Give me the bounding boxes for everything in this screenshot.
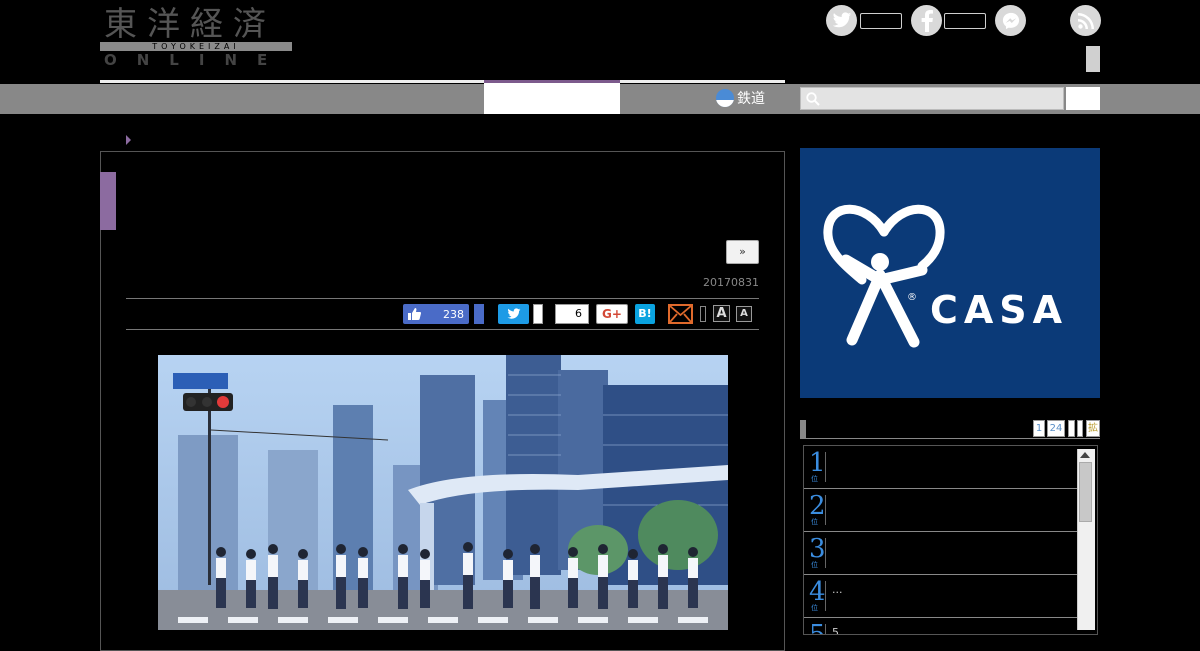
thumbs-up-icon <box>408 308 421 320</box>
ranking-suffix: 位 <box>811 604 818 612</box>
hatena-bookmark-button[interactable]: B! <box>635 304 655 324</box>
ranking-tab-4[interactable] <box>1077 420 1083 437</box>
twitter-share-button[interactable] <box>498 304 529 324</box>
ranking-number: 3 <box>809 534 826 564</box>
pocket-button[interactable]: 6 <box>555 304 589 324</box>
ranking-header-marker <box>800 420 806 438</box>
ranking-header-line <box>800 438 1100 439</box>
next-page-button[interactable]: » <box>726 240 759 264</box>
nav-item-rail-label: 鉄道 <box>737 91 765 107</box>
facebook-share-button[interactable] <box>474 304 484 324</box>
ranking-list: 1 位 2 位 3 位 4 位 ... 5 位 5 <box>803 445 1098 635</box>
nav-item-rail[interactable]: 鉄道 <box>716 88 765 108</box>
ranking-tab-3[interactable] <box>1068 420 1075 437</box>
train-icon <box>716 89 734 107</box>
ranking-item[interactable]: 3 位 <box>804 532 1079 575</box>
ranking-suffix: 位 <box>811 518 818 526</box>
ranking-number: 2 <box>809 491 826 521</box>
article-photo <box>158 355 728 630</box>
ranking-item[interactable]: 4 位 ... <box>804 575 1079 618</box>
google-plus-button[interactable]: G+ <box>596 304 628 324</box>
ranking-title[interactable]: 5 <box>832 626 839 634</box>
logo-kanji[interactable]: 東洋経済 <box>104 4 276 44</box>
ad-brand-text: CASA <box>930 288 1069 332</box>
ranking-title[interactable]: ... <box>832 583 843 596</box>
ranking-separator <box>825 452 826 482</box>
ranking-separator <box>825 495 826 525</box>
facebook-icon[interactable] <box>911 5 942 36</box>
advertisement-banner[interactable] <box>800 148 1100 398</box>
mail-icon[interactable] <box>668 304 693 324</box>
ranking-item[interactable]: 1 位 <box>804 446 1079 489</box>
logo-online[interactable]: ONLINE <box>104 52 287 69</box>
ad-registered-mark: ® <box>907 292 917 303</box>
ranking-suffix: 位 <box>811 475 818 483</box>
ranking-tab-24[interactable]: 24 <box>1047 420 1065 437</box>
breadcrumb-arrow-icon <box>126 135 131 145</box>
share-divider-bottom <box>126 329 759 330</box>
ranking-number: 4 <box>809 577 826 607</box>
nav-top-line <box>100 80 785 83</box>
twitter-share-count <box>533 304 543 324</box>
messenger-icon[interactable] <box>995 5 1026 36</box>
facebook-count-box <box>944 13 986 29</box>
article-date: 20170831 <box>703 276 759 289</box>
font-size-small-button[interactable]: A <box>736 306 752 322</box>
twitter-count-box <box>860 13 902 29</box>
ranking-number: 1 <box>809 448 826 478</box>
ranking-number: 5 <box>809 620 826 635</box>
ranking-separator <box>825 581 826 611</box>
share-divider-top <box>126 298 759 299</box>
casa-logo-icon <box>823 204 945 348</box>
share-misc-button[interactable] <box>700 306 706 322</box>
ranking-item[interactable]: 2 位 <box>804 489 1079 532</box>
ranking-separator <box>825 538 826 568</box>
scrollbar-thumb[interactable] <box>1079 462 1092 522</box>
rss-icon[interactable] <box>1070 5 1101 36</box>
article-title-marker <box>100 172 116 230</box>
ranking-suffix: 位 <box>811 561 818 569</box>
nav-tab-active[interactable] <box>484 83 620 114</box>
scroll-up-icon[interactable] <box>1080 452 1090 458</box>
search-input[interactable] <box>800 87 1064 110</box>
header-side-widget[interactable] <box>1086 46 1100 72</box>
search-button[interactable] <box>1066 87 1100 110</box>
ranking-item[interactable]: 5 位 5 <box>804 618 1079 635</box>
twitter-icon <box>507 308 520 319</box>
font-size-large-button[interactable]: A <box>713 305 730 322</box>
ranking-expand-button[interactable]: 拡 <box>1086 420 1100 437</box>
twitter-icon[interactable] <box>826 5 857 36</box>
facebook-like-button[interactable]: 238 <box>403 304 469 324</box>
search-icon <box>806 92 820 106</box>
facebook-like-count: 238 <box>443 307 464 321</box>
ranking-tab-1[interactable]: 1 <box>1033 420 1045 437</box>
